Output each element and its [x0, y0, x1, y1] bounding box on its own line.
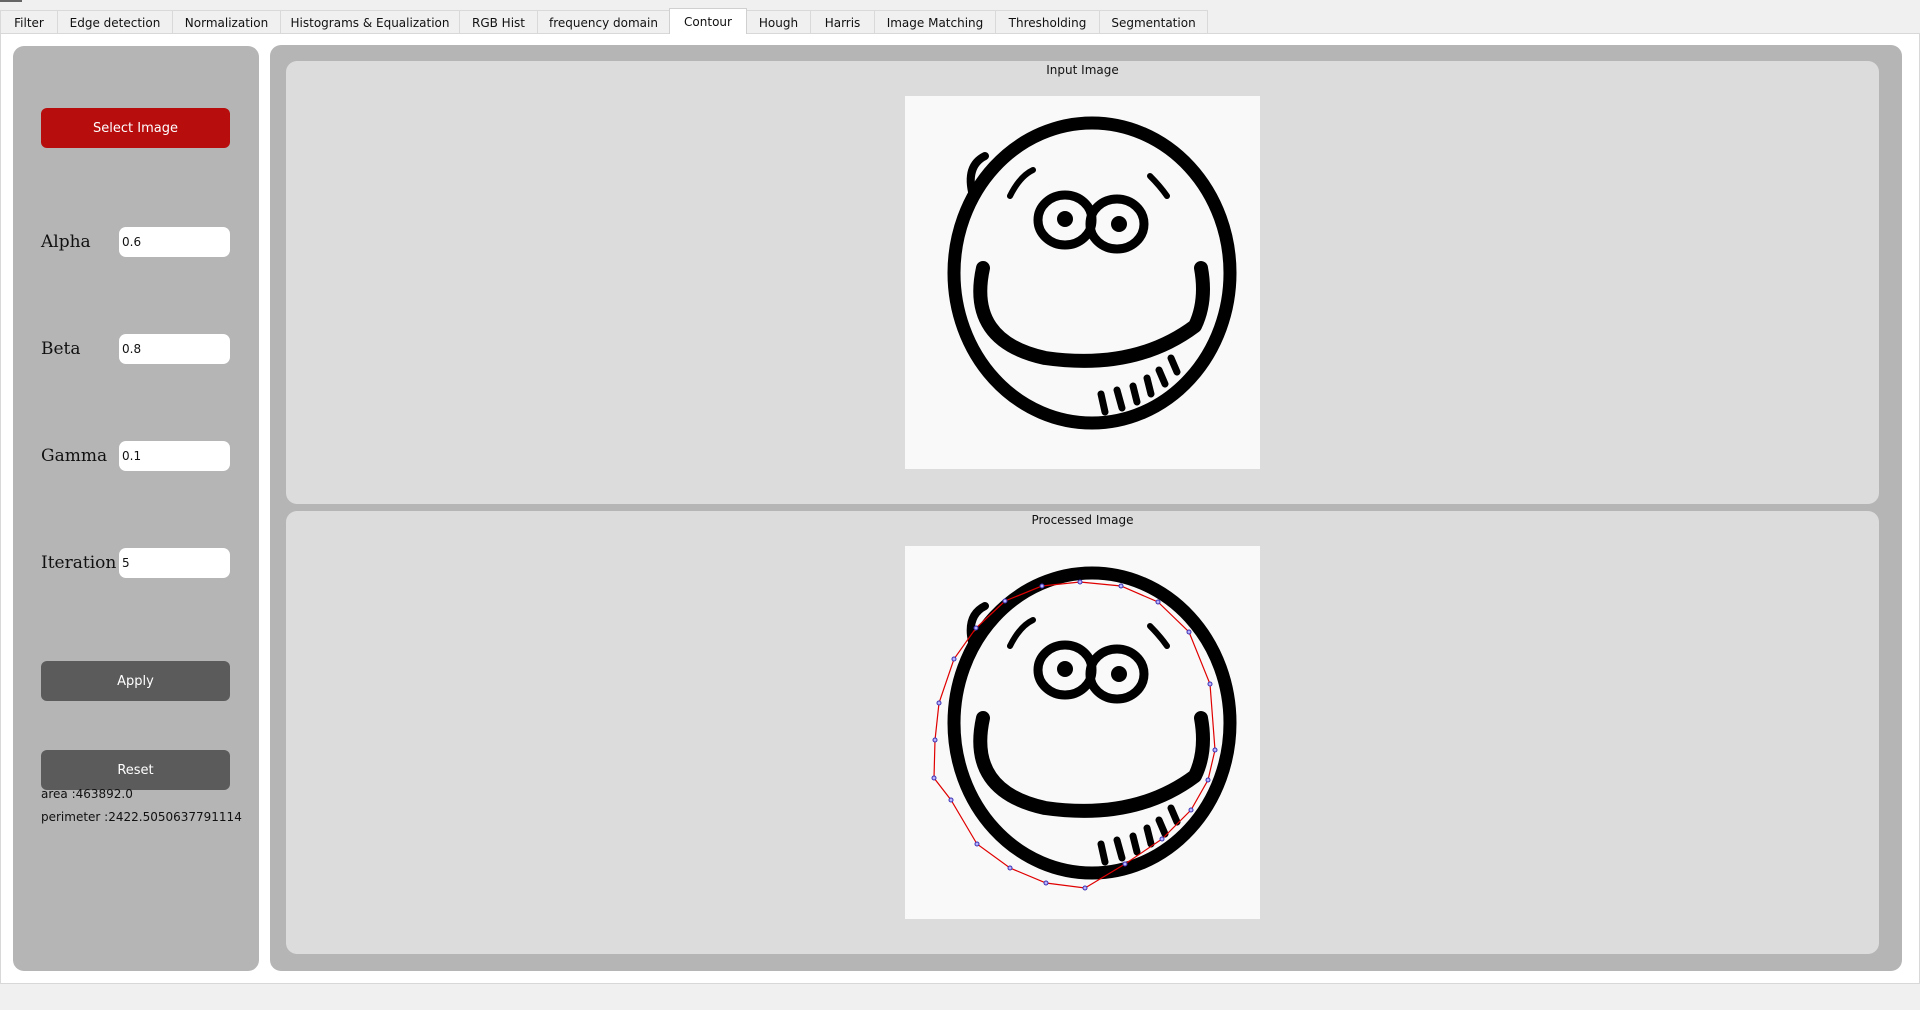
- gamma-input[interactable]: [119, 441, 230, 471]
- gamma-label: Gamma: [41, 446, 108, 466]
- smiley-drawing: [947, 116, 1237, 430]
- processed-image-title: Processed Image: [1031, 513, 1134, 527]
- alpha-input[interactable]: [119, 227, 230, 257]
- control-sidebar: [13, 46, 259, 971]
- beta-input[interactable]: [119, 334, 230, 364]
- alpha-label: Alpha: [41, 232, 91, 252]
- tab-frequency-domain[interactable]: frequency domain: [537, 10, 670, 34]
- select-image-button[interactable]: Select Image: [41, 108, 230, 148]
- reset-button[interactable]: Reset: [41, 750, 230, 790]
- input-image-title: Input Image: [1046, 63, 1119, 77]
- iteration-label: Iteration: [41, 553, 117, 573]
- tab-hough[interactable]: Hough: [746, 10, 811, 34]
- tab-segmentation[interactable]: Segmentation: [1099, 10, 1208, 34]
- tab-image-matching[interactable]: Image Matching: [874, 10, 996, 34]
- window-corner-mark: [0, 0, 22, 2]
- tab-thresholding[interactable]: Thresholding: [995, 10, 1100, 34]
- tab-normalization[interactable]: Normalization: [172, 10, 281, 34]
- smiley-with-contour-drawing: [931, 566, 1237, 891]
- tab-harris[interactable]: Harris: [810, 10, 875, 34]
- iteration-input[interactable]: [119, 548, 230, 578]
- tab-rgb-hist[interactable]: RGB Hist: [459, 10, 538, 34]
- input-image: [905, 96, 1260, 469]
- tab-contour[interactable]: Contour: [669, 8, 747, 34]
- tab-filter[interactable]: Filter: [0, 10, 58, 34]
- area-readout: area :463892.0: [41, 787, 133, 801]
- tab-bar: Filter Edge detection Normalization Hist…: [0, 8, 1920, 34]
- tab-histograms-equalization[interactable]: Histograms & Equalization: [280, 10, 460, 34]
- perimeter-readout: perimeter :2422.5050637791114: [41, 810, 242, 824]
- processed-image: [905, 546, 1260, 919]
- tab-edge-detection[interactable]: Edge detection: [57, 10, 173, 34]
- beta-label: Beta: [41, 339, 81, 359]
- apply-button[interactable]: Apply: [41, 661, 230, 701]
